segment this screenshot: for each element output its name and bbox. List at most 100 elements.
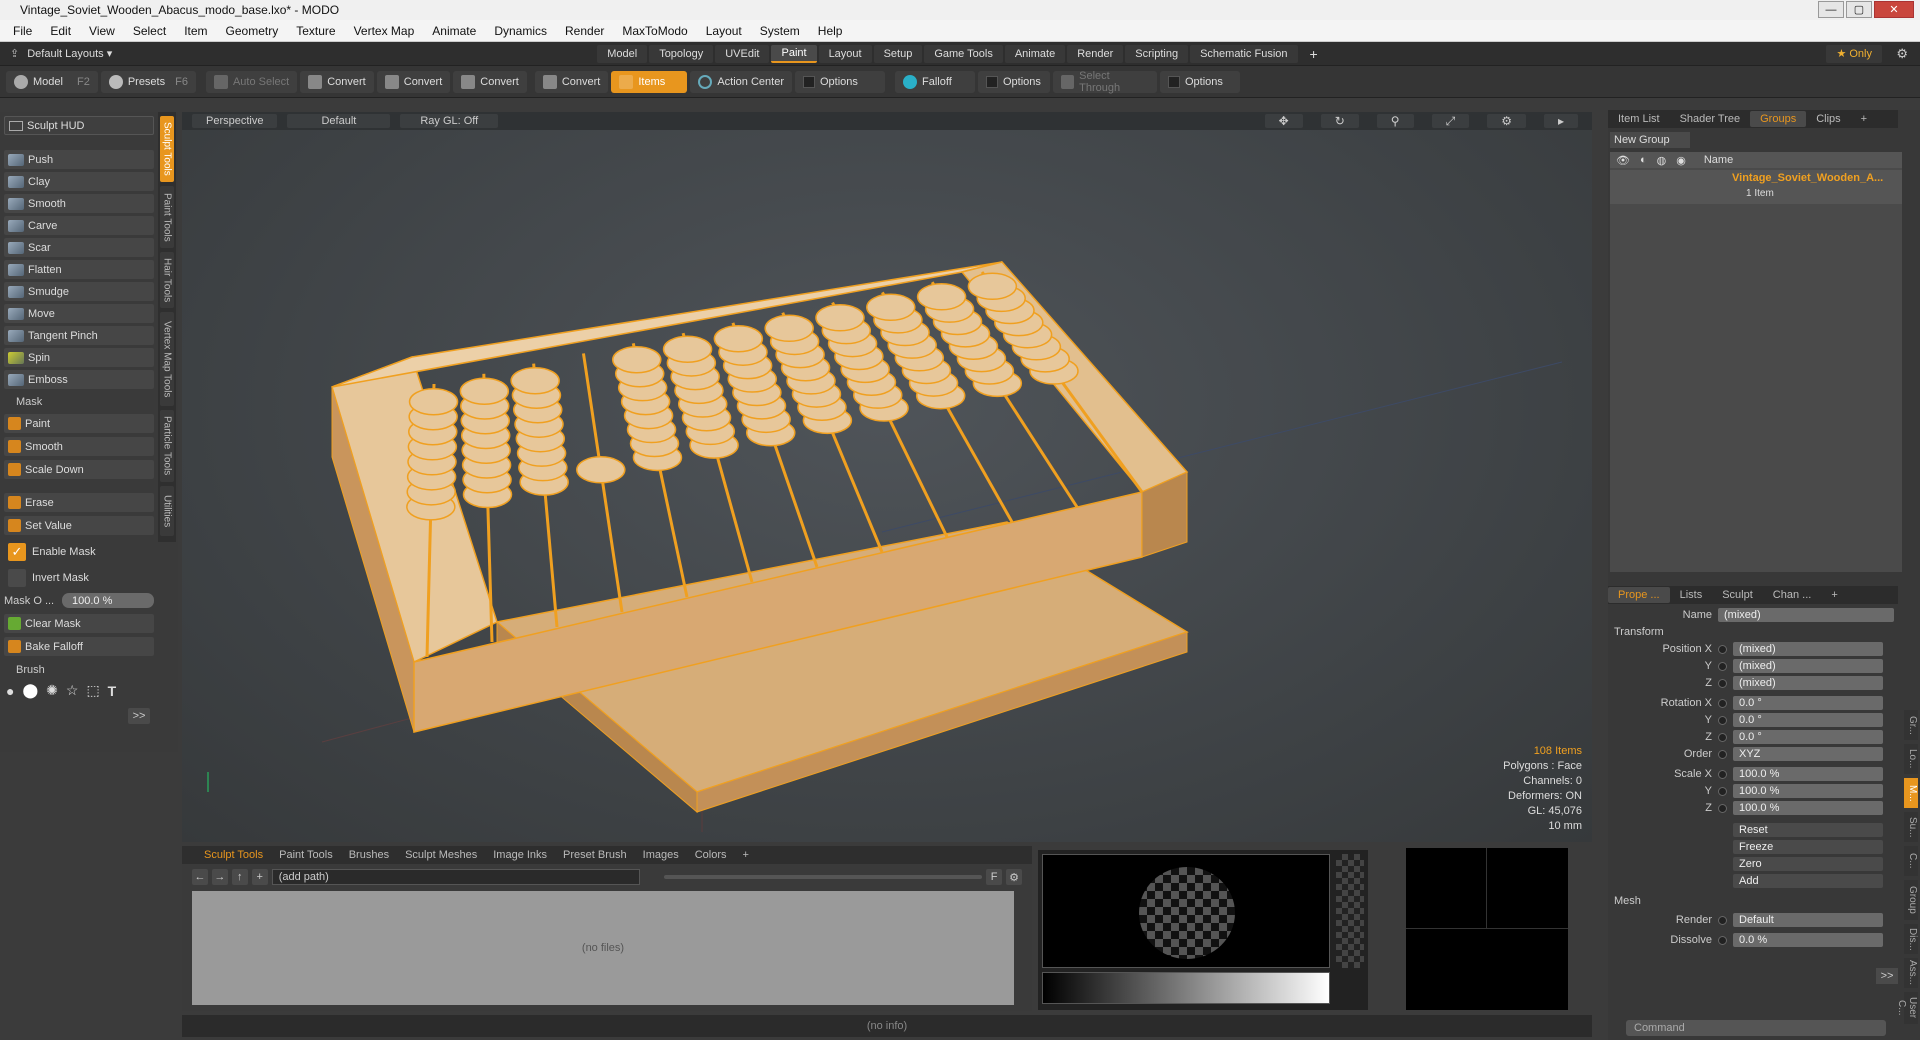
- star-brush-icon[interactable]: ☆: [66, 682, 79, 699]
- position-z-field[interactable]: (mixed): [1733, 676, 1883, 690]
- ptab-sculpt[interactable]: Sculpt: [1712, 587, 1763, 603]
- vtab-vertex-map-tools[interactable]: Vertex Map Tools: [160, 312, 174, 406]
- convert-button-2[interactable]: Convert: [376, 70, 451, 93]
- keyframe-dot[interactable]: [1718, 644, 1727, 654]
- btab-images[interactable]: Images: [635, 847, 687, 863]
- model-mode-button[interactable]: Model F2: [6, 70, 98, 93]
- mesh-section[interactable]: Mesh: [1614, 895, 1641, 907]
- menu-file[interactable]: File: [4, 24, 41, 38]
- soft-brush-icon[interactable]: ●: [6, 683, 14, 699]
- add-tab-button[interactable]: +: [1300, 45, 1328, 63]
- filter-icon[interactable]: F: [986, 869, 1003, 885]
- rtab-item-list[interactable]: Item List: [1608, 111, 1670, 127]
- falloff-button[interactable]: Falloff: [895, 70, 975, 93]
- add-dropdown[interactable]: Add: [1733, 874, 1883, 888]
- ptab-channels[interactable]: Chan ...: [1763, 587, 1822, 603]
- mask-opacity-field[interactable]: 100.0 %: [62, 593, 154, 608]
- btab-preset-brush[interactable]: Preset Brush: [555, 847, 635, 863]
- reset-dropdown[interactable]: Reset: [1733, 823, 1883, 837]
- scale-y-field[interactable]: 100.0 %: [1733, 784, 1883, 798]
- action-center-options[interactable]: Options: [795, 70, 885, 93]
- splatter-brush-icon[interactable]: ✺: [46, 682, 58, 699]
- vtab-particle-tools[interactable]: Particle Tools: [160, 410, 174, 482]
- path-dropdown[interactable]: (add path): [271, 869, 640, 885]
- menu-layout[interactable]: Layout: [697, 24, 751, 38]
- keyframe-dot[interactable]: [1718, 786, 1727, 796]
- text-brush-icon[interactable]: T: [108, 683, 117, 699]
- btab-sculpt-tools[interactable]: Sculpt Tools: [196, 847, 271, 863]
- menu-help[interactable]: Help: [809, 24, 852, 38]
- tool-tangent-pinch[interactable]: Tangent Pinch: [4, 326, 154, 345]
- thumbnail-size-slider[interactable]: [663, 875, 983, 879]
- select-through-options[interactable]: Options: [1160, 70, 1240, 93]
- btab-paint-tools[interactable]: Paint Tools: [271, 847, 341, 863]
- auto-select-button[interactable]: Auto Select: [205, 70, 298, 93]
- mask-paint-button[interactable]: Paint: [4, 414, 154, 433]
- new-group-button[interactable]: New Group: [1610, 132, 1690, 148]
- tab-topology[interactable]: Topology: [649, 44, 714, 63]
- maximize-button[interactable]: ▢: [1846, 1, 1872, 18]
- sculpt-hud-button[interactable]: Sculpt HUD: [4, 116, 154, 135]
- add-icon[interactable]: +: [251, 869, 268, 885]
- btab-sculpt-meshes[interactable]: Sculpt Meshes: [397, 847, 485, 863]
- tab-scripting[interactable]: Scripting: [1125, 44, 1189, 63]
- rtab-add[interactable]: +: [1851, 111, 1877, 127]
- keyframe-dot[interactable]: [1718, 803, 1727, 813]
- tool-emboss[interactable]: Emboss: [4, 370, 154, 389]
- presets-button[interactable]: Presets F6: [100, 70, 196, 93]
- back-icon[interactable]: ←: [192, 869, 208, 885]
- tab-uvedit[interactable]: UVEdit: [715, 44, 770, 63]
- invert-mask-toggle[interactable]: Invert Mask: [4, 568, 154, 587]
- btab-image-inks[interactable]: Image Inks: [485, 847, 555, 863]
- menu-view[interactable]: View: [80, 24, 124, 38]
- select-icon[interactable]: ◉: [1676, 154, 1686, 167]
- tab-paint[interactable]: Paint: [771, 44, 817, 63]
- tab-schematic-fusion[interactable]: Schematic Fusion: [1190, 44, 1298, 63]
- file-browser[interactable]: (no files): [192, 891, 1014, 1005]
- procedural-brush-icon[interactable]: ⬚: [86, 682, 99, 699]
- tool-move[interactable]: Move: [4, 304, 154, 323]
- tab-layout[interactable]: Layout: [818, 44, 872, 63]
- minimize-button[interactable]: —: [1818, 1, 1844, 18]
- up-icon[interactable]: ↑: [231, 869, 248, 885]
- keyframe-dot[interactable]: [1718, 749, 1727, 759]
- dissolve-field[interactable]: 0.0 %: [1733, 933, 1883, 947]
- keyframe-dot[interactable]: [1718, 698, 1727, 708]
- name-field[interactable]: (mixed): [1718, 608, 1894, 622]
- menu-geometry[interactable]: Geometry: [217, 24, 288, 38]
- menu-maxtomodo[interactable]: MaxToModo: [613, 24, 696, 38]
- options-checkbox[interactable]: [986, 75, 998, 88]
- convert-button-4[interactable]: Convert: [534, 70, 609, 93]
- brush-section-header[interactable]: Brush: [4, 662, 154, 678]
- 3d-viewport[interactable]: Perspective Default Ray GL: Off ✥ ↻ ⚲ ⤢ …: [182, 112, 1592, 842]
- keyframe-dot[interactable]: [1718, 678, 1727, 688]
- mask-smooth-button[interactable]: Smooth: [4, 437, 154, 456]
- ptab-properties[interactable]: Prope ...: [1608, 587, 1670, 603]
- default-layouts-dropdown[interactable]: Default Layouts ▾: [27, 47, 597, 60]
- keyframe-dot[interactable]: [1718, 715, 1727, 725]
- order-dropdown[interactable]: XYZ: [1733, 747, 1883, 761]
- erase-button[interactable]: Erase: [4, 493, 154, 512]
- vtab-paint-tools[interactable]: Paint Tools: [160, 186, 174, 248]
- side-tab-ass[interactable]: Ass...: [1904, 958, 1918, 988]
- side-tab-c[interactable]: C...: [1904, 846, 1918, 876]
- falloff-options[interactable]: Options: [978, 70, 1050, 93]
- menu-system[interactable]: System: [751, 24, 809, 38]
- more-properties-button[interactable]: >>: [1876, 968, 1898, 984]
- select-through-button[interactable]: Select Through: [1053, 70, 1157, 94]
- group-row[interactable]: Vintage_Soviet_Wooden_A... 1 Item: [1610, 170, 1902, 204]
- menu-render[interactable]: Render: [556, 24, 613, 38]
- hard-brush-icon[interactable]: ⬤: [22, 682, 38, 699]
- keyframe-dot[interactable]: [1718, 661, 1727, 671]
- menu-select[interactable]: Select: [124, 24, 175, 38]
- render-dropdown[interactable]: Default: [1733, 913, 1883, 927]
- forward-icon[interactable]: →: [211, 869, 228, 885]
- render-icon[interactable]: ◐: [1640, 154, 1647, 166]
- side-tab-group[interactable]: Gr...: [1904, 710, 1918, 740]
- tool-spin[interactable]: Spin: [4, 348, 154, 367]
- btab-brushes[interactable]: Brushes: [341, 847, 397, 863]
- position-y-field[interactable]: (mixed): [1733, 659, 1883, 673]
- vtab-sculpt-tools[interactable]: Sculpt Tools: [160, 116, 174, 182]
- tab-model[interactable]: Model: [597, 44, 648, 63]
- menu-edit[interactable]: Edit: [41, 24, 80, 38]
